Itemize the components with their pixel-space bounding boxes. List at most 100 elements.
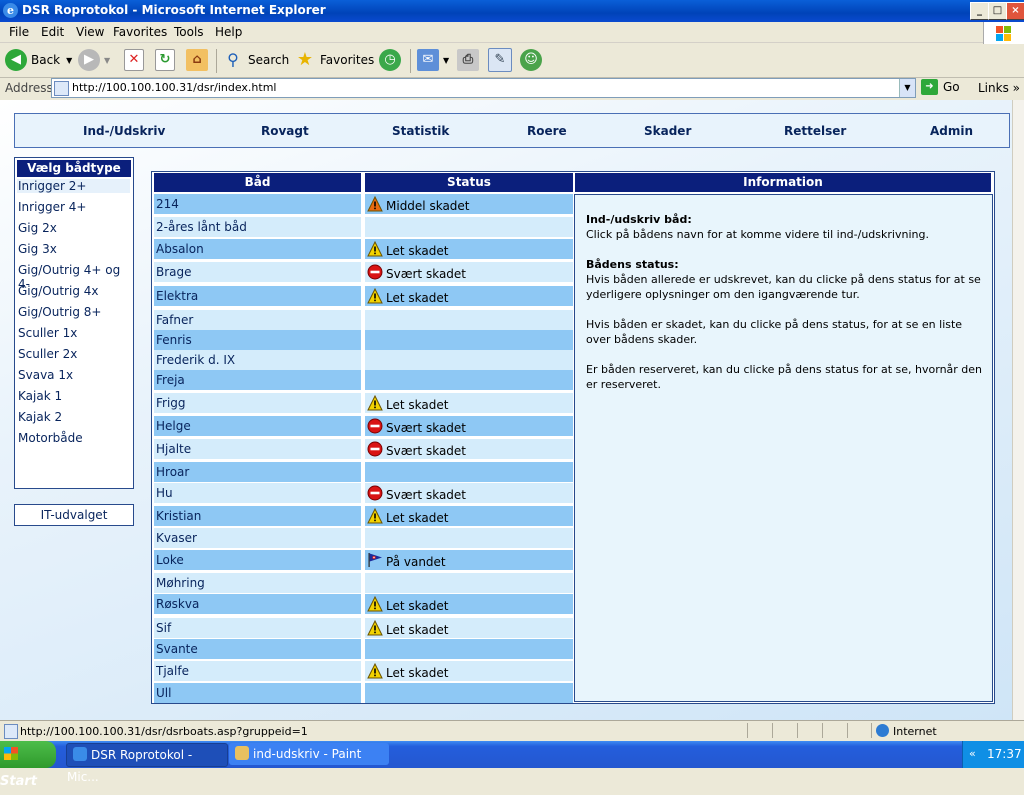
boat-name-link[interactable]: Kvaser xyxy=(154,528,361,548)
status-bar: http://100.100.100.31/dsr/dsrboats.asp?g… xyxy=(0,720,1024,741)
refresh-button[interactable]: ↻ xyxy=(155,47,179,73)
address-dropdown-icon[interactable]: ▼ xyxy=(899,79,915,97)
nav-roere[interactable]: Roere xyxy=(527,124,567,138)
boat-name-link[interactable]: Hroar xyxy=(154,462,361,482)
boat-name-link[interactable]: Tjalfe xyxy=(154,661,361,681)
vertical-scrollbar[interactable] xyxy=(1012,100,1024,720)
taskbar-item-paint[interactable]: ind-udskriv - Paint xyxy=(229,743,389,765)
boat-name-link[interactable]: Absalon xyxy=(154,239,361,259)
boat-status[interactable]: Let skadet xyxy=(365,594,573,614)
boat-name-link[interactable]: Ull xyxy=(154,683,361,703)
sidebar-item-gig-outrig-4x[interactable]: Gig/Outrig 4x xyxy=(18,284,98,298)
mail-button[interactable]: ✉ ▼ xyxy=(417,47,449,73)
boat-name-link[interactable]: Møhring xyxy=(154,573,361,593)
stop-button[interactable]: ✕ xyxy=(124,47,148,73)
stop-icon xyxy=(367,485,383,501)
boat-name-link[interactable]: Hu xyxy=(154,483,361,503)
close-button[interactable]: × xyxy=(1006,2,1024,20)
sidebar-item-kajak-2[interactable]: Kajak 2 xyxy=(18,410,62,424)
menu-tools[interactable]: Tools xyxy=(174,25,204,39)
sidebar-item-inrigger-2[interactable]: Inrigger 2+ xyxy=(17,179,130,193)
boat-name-link[interactable]: Helge xyxy=(154,416,361,436)
boat-name-link[interactable]: Fenris xyxy=(154,330,361,350)
boat-status[interactable]: Svært skadet xyxy=(365,439,573,459)
boat-name-link[interactable]: Elektra xyxy=(154,286,361,306)
nav-rettelser[interactable]: Rettelser xyxy=(784,124,846,138)
history-button[interactable]: ◷ xyxy=(379,47,405,73)
sidebar-item-gig-3x[interactable]: Gig 3x xyxy=(18,242,57,256)
sidebar-item-sculler-1x[interactable]: Sculler 1x xyxy=(18,326,77,340)
nav-statistik[interactable]: Statistik xyxy=(392,124,449,138)
table-row: Helge Svært skadet xyxy=(154,416,573,436)
minimize-button[interactable]: _ xyxy=(970,2,989,20)
boat-name-link[interactable]: Sif xyxy=(154,618,361,638)
nav-admin[interactable]: Admin xyxy=(930,124,973,138)
links-button[interactable]: Links » xyxy=(978,81,1020,95)
sidebar-item-sculler-2x[interactable]: Sculler 2x xyxy=(18,347,77,361)
menu-file[interactable]: File xyxy=(9,25,29,39)
sidebar-item-gig-outrig-8[interactable]: Gig/Outrig 8+ xyxy=(18,305,101,319)
boat-name-link[interactable]: Loke xyxy=(154,550,361,570)
boat-status[interactable]: Let skadet xyxy=(365,239,573,259)
favorites-button[interactable]: ★ Favorites xyxy=(294,47,374,73)
boat-status[interactable]: Let skadet xyxy=(365,506,573,526)
boat-status[interactable]: Let skadet xyxy=(365,286,573,306)
boat-name-link[interactable]: Fafner xyxy=(154,310,361,330)
boat-status[interactable]: Let skadet xyxy=(365,618,573,638)
menu-help[interactable]: Help xyxy=(215,25,242,39)
table-row: Frederik d. IX xyxy=(154,350,573,370)
boat-name-link[interactable]: Frederik d. IX xyxy=(154,350,361,370)
boat-status[interactable]: Middel skadet xyxy=(365,194,573,214)
tray-expand-icon[interactable]: « xyxy=(969,747,976,760)
search-button[interactable]: ⚲ Search xyxy=(222,47,289,73)
menu-favorites[interactable]: Favorites xyxy=(113,25,167,39)
boat-name-link[interactable]: Kristian xyxy=(154,506,361,526)
taskbar-item-ie[interactable]: DSR Roprotokol - Mic... xyxy=(66,743,228,784)
star-icon: ★ xyxy=(296,49,314,70)
table-row: Kristian Let skadet xyxy=(154,506,573,526)
it-udvalget-link[interactable]: IT-udvalget xyxy=(14,504,134,526)
edit-button[interactable]: ✎ xyxy=(488,47,516,73)
sidebar-item-svava-1x[interactable]: Svava 1x xyxy=(18,368,73,382)
maximize-button[interactable]: □ xyxy=(988,2,1007,20)
nav-skader[interactable]: Skader xyxy=(644,124,691,138)
boat-status[interactable]: Let skadet xyxy=(365,393,573,413)
print-button[interactable]: ⎙ xyxy=(457,47,483,73)
home-button[interactable]: ⌂ xyxy=(186,47,212,73)
nav-rovagt[interactable]: Rovagt xyxy=(261,124,309,138)
address-input[interactable]: http://100.100.100.31/dsr/index.html ▼ xyxy=(51,78,916,98)
warning-icon xyxy=(367,241,383,257)
boat-name-link[interactable]: 214 xyxy=(154,194,361,214)
boat-type-sidebar: Vælg bådtype Inrigger 2+ Inrigger 4+ Gig… xyxy=(14,157,134,489)
messenger-button[interactable]: ☺ xyxy=(520,47,546,73)
boat-status[interactable]: Svært skadet xyxy=(365,483,573,503)
menu-view[interactable]: View xyxy=(76,25,104,39)
menu-edit[interactable]: Edit xyxy=(41,25,64,39)
boat-name-link[interactable]: Svante xyxy=(154,639,361,659)
back-button[interactable]: ◀ Back ▼ xyxy=(5,47,72,73)
boat-name-link[interactable]: Brage xyxy=(154,262,361,282)
warning-icon xyxy=(367,508,383,524)
boat-name-link[interactable]: Frigg xyxy=(154,393,361,413)
edit-page-icon: ✎ xyxy=(488,48,512,72)
windows-logo-icon xyxy=(983,22,1024,44)
boat-name-link[interactable]: Freja xyxy=(154,370,361,390)
column-header-information: Information xyxy=(575,173,991,192)
boat-name-link[interactable]: 2-åres lånt båd xyxy=(154,217,361,237)
sidebar-item-kajak-1[interactable]: Kajak 1 xyxy=(18,389,62,403)
sidebar-item-motorbade[interactable]: Motorbåde xyxy=(18,431,83,445)
boat-status[interactable]: Svært skadet xyxy=(365,416,573,436)
nav-ind-udskriv[interactable]: Ind-/Udskriv xyxy=(83,124,165,138)
sidebar-item-inrigger-4[interactable]: Inrigger 4+ xyxy=(18,200,86,214)
boat-name-link[interactable]: Røskva xyxy=(154,594,361,614)
boat-name-link[interactable]: Hjalte xyxy=(154,439,361,459)
boat-status[interactable]: På vandet xyxy=(365,550,573,570)
sidebar-item-gig-2x[interactable]: Gig 2x xyxy=(18,221,57,235)
warning-orange-icon xyxy=(367,196,383,212)
boat-status[interactable]: Let skadet xyxy=(365,661,573,681)
start-button[interactable]: Start xyxy=(0,741,56,789)
page-icon xyxy=(54,81,69,96)
boat-status[interactable]: Svært skadet xyxy=(365,262,573,282)
go-button[interactable]: ➜ Go xyxy=(921,79,960,95)
forward-button[interactable]: ▶ ▼ xyxy=(78,47,110,73)
